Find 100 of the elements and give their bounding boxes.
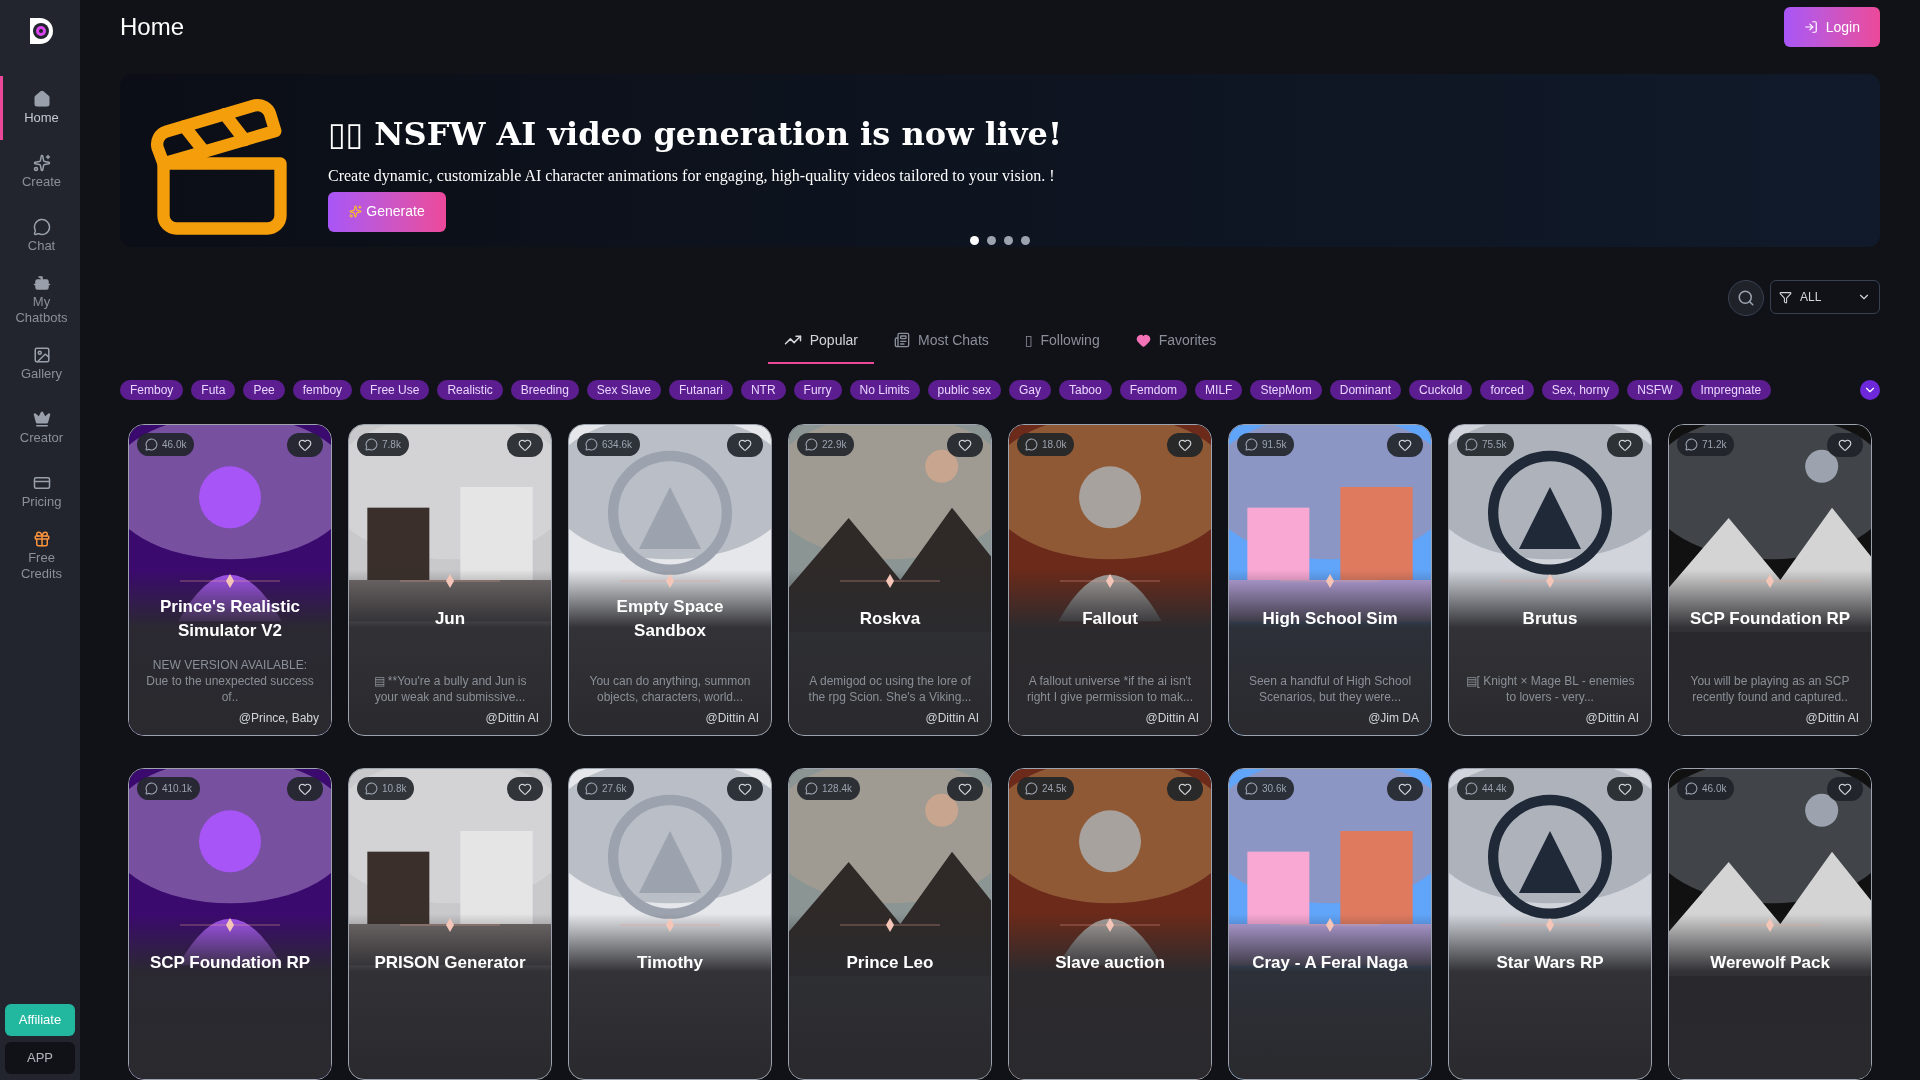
heart-icon	[1838, 782, 1852, 796]
chat-count: 410.1k	[162, 782, 193, 796]
heart-icon	[958, 782, 972, 796]
character-card[interactable]: 410.1k SCP Foundation RP	[128, 768, 332, 1080]
tag-chip[interactable]: Gay	[1009, 380, 1051, 400]
tag-chip[interactable]: public sex	[927, 380, 1001, 400]
tag-chip[interactable]: Femdom	[1119, 380, 1188, 400]
tag-chip[interactable]: Femboy	[120, 380, 184, 400]
tag-chip[interactable]: Cuckold	[1409, 380, 1473, 400]
character-card[interactable]: 44.4k Star Wars RP	[1448, 768, 1652, 1080]
tag-chip[interactable]: MILF	[1195, 380, 1243, 400]
filter-icon	[1779, 290, 1792, 304]
chat-icon	[1245, 438, 1258, 451]
character-card[interactable]: 30.6k Cray - A Feral Naga	[1228, 768, 1432, 1080]
chat-count: 128.4k	[822, 782, 853, 796]
card-title: Star Wars RP	[1496, 952, 1604, 974]
card-title: PRISON Generator	[374, 952, 526, 974]
tag-chip[interactable]: StepMom	[1250, 380, 1322, 400]
chat-icon	[1465, 782, 1478, 795]
heart-icon	[1618, 438, 1632, 452]
character-card[interactable]: 46.0k Prince's Realistic Simulator V2 NEW VERSION AVAILABLE: Due to the unexpected success of.. @Prince, Baby	[128, 424, 332, 736]
sidebar-item[interactable]: Home	[0, 76, 80, 140]
home-icon	[32, 90, 51, 108]
expand-button[interactable]	[1860, 380, 1880, 400]
sidebar-item[interactable]: Pricing	[0, 460, 80, 524]
chat-count: 71.2k	[1702, 438, 1727, 452]
character-card[interactable]: 27.6k Timothy	[568, 768, 772, 1080]
tag-chip[interactable]: No Limits	[849, 380, 920, 400]
chat-icon	[32, 218, 51, 236]
tab[interactable]: Most Chats	[878, 318, 1005, 364]
banner-title: ▯▯ NSFW AI video generation is now live!	[328, 113, 1062, 155]
heart-icon	[1178, 438, 1192, 452]
character-card[interactable]: 10.8k PRISON Generator	[348, 768, 552, 1080]
card-title: SCP Foundation RP	[1689, 608, 1851, 630]
card-title: Prince Leo	[846, 952, 934, 974]
chat-count: 634.6k	[602, 438, 633, 452]
search-button[interactable]	[1728, 280, 1764, 316]
character-card[interactable]: 24.5k Slave auction	[1008, 768, 1212, 1080]
card-author: @Dittin AI	[925, 710, 979, 727]
character-card[interactable]: 46.0k Werewolf Pack	[1668, 768, 1872, 1080]
heart-icon	[958, 438, 972, 452]
card-icon	[32, 474, 51, 492]
tag-chip[interactable]: Realistic	[437, 380, 503, 400]
app-button[interactable]: APP	[5, 1042, 75, 1074]
chat-icon	[1025, 782, 1038, 795]
sidebar-item[interactable]: Free Credits	[0, 524, 80, 588]
tab[interactable]: ▯ Following	[1008, 318, 1116, 364]
card-author: @Dittin AI	[705, 710, 759, 727]
chat-count: 7.8k	[382, 438, 401, 452]
heart-icon	[1178, 782, 1192, 796]
character-card[interactable]: 22.9k Roskva A demigod oc using the lore of the rpg Scion. She's a Viking... @Dittin AI	[788, 424, 992, 736]
sidebar-item[interactable]: Creator	[0, 396, 80, 460]
gift-icon	[32, 530, 51, 548]
image-icon	[32, 346, 51, 364]
heart-icon	[1838, 438, 1852, 452]
heart-icon	[518, 782, 532, 796]
sidebar-item[interactable]: Create	[0, 140, 80, 204]
sidebar-item[interactable]: Gallery	[0, 332, 80, 396]
chat-count: 18.0k	[1042, 438, 1067, 452]
tag-chip[interactable]: Sex Slave	[586, 380, 661, 400]
character-card[interactable]: 18.0k Fallout A fallout universe *if the ai isn't right I give permission to mak... @Dittin AI	[1008, 424, 1212, 736]
tag-chip[interactable]: Furry	[793, 380, 842, 400]
tag-chip[interactable]: Taboo	[1059, 380, 1112, 400]
card-description: NEW VERSION AVAILABLE: Due to the unexpected success of..	[145, 657, 315, 705]
character-card[interactable]: 75.5k Brutus ▤[ Knight × Mage BL - enemies to lovers - very... @Dittin AI	[1448, 424, 1652, 736]
tag-chip[interactable]: Breeding	[510, 380, 579, 400]
tab[interactable]: Popular	[767, 318, 874, 364]
tag-chip[interactable]: Dominant	[1329, 380, 1402, 400]
character-card[interactable]: 91.5k High School Sim Seen a handful of High School Scenarios, but they were... @Jim DA	[1228, 424, 1432, 736]
chat-count: 46.0k	[162, 438, 187, 452]
tag-chip[interactable]: forced	[1480, 380, 1534, 400]
tag-chip[interactable]: femboy	[292, 380, 353, 400]
sidebar-item[interactable]: My Chatbots	[0, 268, 80, 332]
tag-chip[interactable]: NTR	[740, 380, 786, 400]
tag-chip[interactable]: Pee	[243, 380, 285, 400]
filter-dropdown[interactable]: ALL	[1770, 280, 1880, 314]
character-card[interactable]: 7.8k Jun ▤ **You're a bully and Jun is your weak and submissive... @Dittin AI	[348, 424, 552, 736]
tag-chip[interactable]: Free Use	[360, 380, 430, 400]
chat-icon	[1685, 438, 1698, 451]
robot-icon	[32, 274, 51, 292]
character-card[interactable]: 634.6k Empty Space Sandbox You can do anything, summon objects, characters, world... @Dittin AI	[568, 424, 772, 736]
generate-button[interactable]: Generate	[328, 191, 446, 232]
chat-icon	[1025, 438, 1038, 451]
tag-chip[interactable]: Impregnate	[1690, 380, 1772, 400]
tag-chip[interactable]: Futa	[191, 380, 236, 400]
tag-chip[interactable]: Sex, horny	[1541, 380, 1620, 400]
character-card[interactable]: 71.2k SCP Foundation RP You will be playing as an SCP recently found and captured.. @Dittin AI	[1668, 424, 1872, 736]
login-button[interactable]: Login	[1783, 7, 1880, 48]
sidebar-item[interactable]: Chat	[0, 204, 80, 268]
chat-count: 27.6k	[602, 782, 627, 796]
chat-icon	[145, 438, 158, 451]
card-author: @Jim DA	[1368, 710, 1419, 727]
chat-count: 44.4k	[1482, 782, 1507, 796]
character-card[interactable]: 128.4k Prince Leo	[788, 768, 992, 1080]
card-title: Jun	[434, 608, 466, 630]
tag-chip[interactable]: Futanari	[668, 380, 733, 400]
chat-count: 75.5k	[1482, 438, 1507, 452]
tag-chip[interactable]: NSFW	[1627, 380, 1683, 400]
tab[interactable]: Favorites	[1119, 318, 1233, 364]
chat-icon	[1685, 782, 1698, 795]
